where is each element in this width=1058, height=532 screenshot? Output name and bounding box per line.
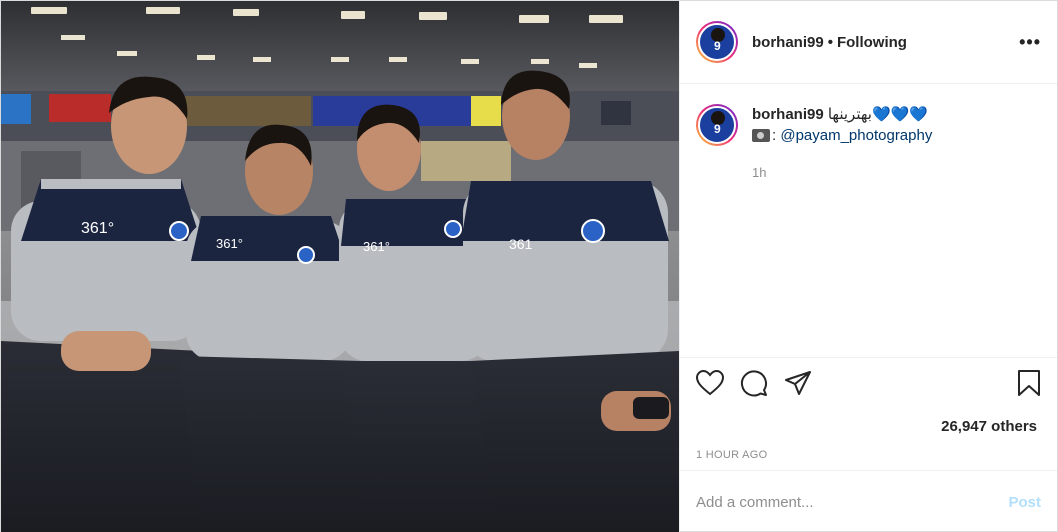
heart-icon[interactable] [695,369,725,401]
svg-text:361°: 361° [81,220,114,237]
caption-body: borhani99 بهترینها💙💙💙 : @payam_photograp… [752,104,932,354]
post-timestamp[interactable]: 1 HOUR AGO [696,449,1041,461]
post-comment-button[interactable]: Post [1008,494,1041,511]
blue-hearts-emoji: 💙💙💙 [871,106,928,123]
share-icon[interactable] [784,370,812,401]
caption-avatar[interactable]: 9 [696,104,738,146]
bookmark-icon[interactable] [1017,369,1041,402]
post-image: 361° 361° 361° 361 [1,1,679,532]
more-horizontal-icon[interactable]: ••• [1019,32,1041,53]
caption-time[interactable]: 1h [752,162,932,183]
camera-icon [752,129,770,142]
mention-link[interactable]: @payam_photography [780,127,932,144]
caption-text: بهترینها [827,106,872,123]
svg-text:361: 361 [509,236,533,252]
comment-icon[interactable] [740,369,768,402]
caption-avatar-image: 9 [698,106,736,144]
caption-username[interactable]: borhani99 [752,106,824,123]
action-icons [695,369,1041,402]
post-photo[interactable]: 361° 361° 361° 361 [1,1,679,532]
action-bar: 26,947 others 1 HOUR AGO [680,357,1057,469]
avatar[interactable]: 9 [696,21,738,63]
svg-text:361°: 361° [363,239,390,254]
comment-input[interactable] [696,493,1009,511]
post-sidebar: 9 borhani99 • Following ••• 9 borhani99 … [679,1,1057,532]
username-link[interactable]: borhani99 [752,34,824,51]
comment-box: Post [680,470,1057,532]
following-button[interactable]: Following [837,34,907,51]
separator-dot: • [827,33,833,51]
likes-count[interactable]: 26,947 others [696,418,1041,435]
caption: 9 borhani99 بهترینها💙💙💙 : @payam_photogr… [680,84,1057,354]
mention-prefix: : [772,127,777,144]
avatar-image: 9 [698,23,736,61]
instagram-post: 361° 361° 361° 361 9 borhani99 • Followi… [0,0,1058,532]
svg-text:361°: 361° [216,236,243,251]
post-header: 9 borhani99 • Following ••• [680,1,1057,84]
